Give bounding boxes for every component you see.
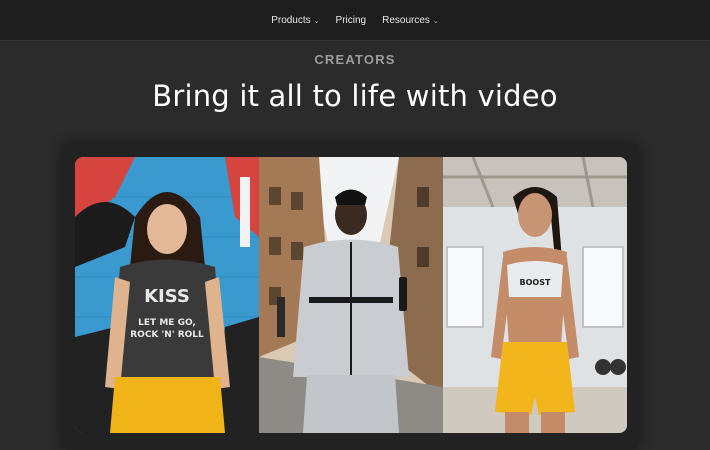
nav-resources-label: Resources bbox=[382, 14, 430, 26]
creator-photo-street bbox=[259, 157, 443, 433]
chevron-down-icon: ⌄ bbox=[313, 18, 320, 25]
page-title: Bring it all to life with video bbox=[152, 79, 558, 113]
shirt-print-line3: ROCK 'N' ROLL bbox=[130, 330, 204, 340]
nav-products[interactable]: Products ⌄ bbox=[271, 15, 319, 26]
creator-tile-gym[interactable]: BOOST bbox=[443, 157, 627, 433]
top-navigation: Products ⌄ Pricing Resources ⌄ bbox=[0, 0, 710, 41]
creator-photo-gym: BOOST bbox=[443, 157, 627, 433]
creator-photo-graffiti: KISS LET ME GO, ROCK 'N' ROLL bbox=[75, 157, 259, 433]
nav-products-label: Products bbox=[271, 14, 311, 26]
shirt-print-kiss: KISS bbox=[144, 286, 190, 307]
nav-resources[interactable]: Resources ⌄ bbox=[382, 15, 439, 26]
shirt-print-line2: LET ME GO, bbox=[138, 318, 196, 328]
creator-tile-street[interactable] bbox=[259, 157, 443, 433]
nav-pricing[interactable]: Pricing bbox=[336, 15, 367, 26]
creator-gallery: KISS LET ME GO, ROCK 'N' ROLL BOOST bbox=[75, 157, 627, 433]
creator-tile-graffiti[interactable]: KISS LET ME GO, ROCK 'N' ROLL bbox=[75, 157, 259, 433]
section-eyebrow: CREATORS bbox=[314, 52, 396, 67]
sports-bra-print: BOOST bbox=[520, 278, 551, 287]
chevron-down-icon: ⌄ bbox=[432, 18, 439, 25]
nav-pricing-label: Pricing bbox=[335, 14, 367, 26]
